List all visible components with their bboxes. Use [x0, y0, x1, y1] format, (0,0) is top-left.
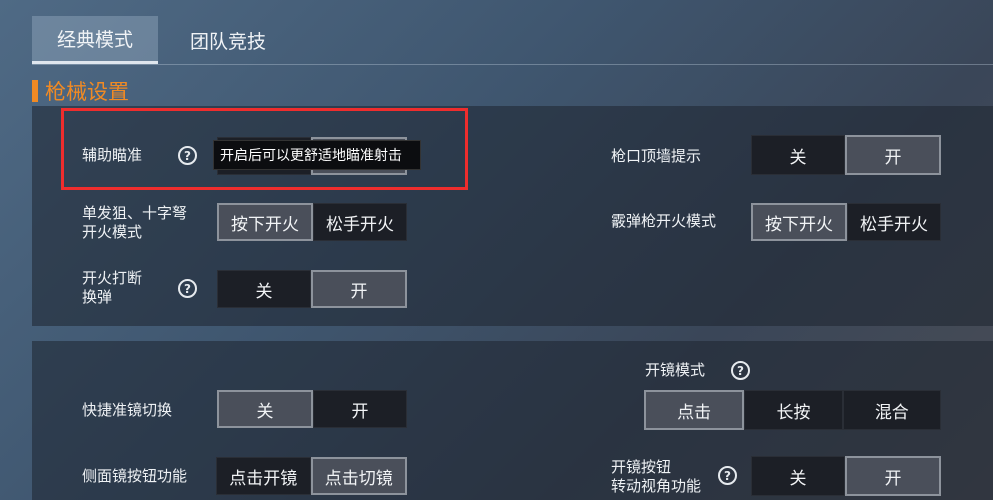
- help-icon[interactable]: ?: [718, 466, 737, 485]
- quick-scope-toggle: 关开: [217, 390, 407, 428]
- highlight-box: [61, 108, 468, 190]
- interrupt-reload-toggle: 关开: [217, 270, 407, 308]
- option-button[interactable]: 开: [313, 390, 407, 428]
- option-button[interactable]: 混合: [842, 390, 941, 430]
- shotgun-fire-mode-label: 霰弹枪开火模式: [611, 212, 717, 230]
- option-button[interactable]: 按下开火: [751, 203, 847, 241]
- tab-classic-mode[interactable]: 经典模式: [32, 16, 158, 64]
- section-header: 枪械设置: [32, 76, 129, 106]
- scope-mode-toggle: 点击 长按 混合: [644, 390, 941, 430]
- interrupt-reload-label: 开火打断 换弹: [82, 269, 142, 307]
- side-scope-toggle: 点击开镜 点击切镜: [216, 457, 407, 495]
- option-button[interactable]: 关: [217, 270, 311, 308]
- option-button[interactable]: 松手开火: [847, 203, 941, 241]
- label-line: 换弹: [82, 288, 113, 306]
- option-button[interactable]: 开: [311, 270, 407, 308]
- help-icon[interactable]: ?: [731, 361, 750, 380]
- scope-mode-label: 开镜模式: [645, 361, 706, 379]
- side-scope-label: 侧面镜按钮功能: [82, 467, 188, 485]
- tab-team-deathmatch[interactable]: 团队竞技: [165, 16, 291, 64]
- option-button[interactable]: 松手开火: [313, 203, 407, 241]
- option-button[interactable]: 开: [845, 135, 941, 175]
- sniper-fire-mode-toggle: 按下开火 松手开火: [217, 203, 407, 241]
- section-title: 枪械设置: [45, 80, 129, 104]
- shotgun-fire-mode-toggle: 按下开火 松手开火: [751, 203, 941, 241]
- option-button[interactable]: 长按: [744, 390, 843, 430]
- help-icon[interactable]: ?: [178, 279, 197, 298]
- sniper-fire-mode-label: 单发狙、十字弩 开火模式: [82, 204, 187, 242]
- label-line: 开镜按钮: [611, 458, 672, 476]
- option-button[interactable]: 按下开火: [217, 203, 313, 241]
- quick-scope-label: 快捷准镜切换: [82, 401, 173, 419]
- label-line: 单发狙、十字弩: [82, 204, 188, 222]
- option-button[interactable]: 点击切镜: [310, 457, 407, 495]
- section-accent-bar: [32, 80, 38, 102]
- label-line: 转动视角功能: [611, 477, 702, 495]
- scope-button-rotate-toggle: 关开: [751, 456, 941, 496]
- option-button[interactable]: 关: [751, 135, 845, 175]
- label-line: 开火模式: [82, 223, 143, 241]
- option-button[interactable]: 点击: [644, 390, 745, 430]
- label-line: 开火打断: [82, 269, 143, 287]
- option-button[interactable]: 关: [751, 456, 845, 496]
- muzzle-wall-label: 枪口顶墙提示: [611, 147, 702, 165]
- option-button[interactable]: 点击开镜: [216, 457, 311, 495]
- tab-divider: [32, 64, 993, 65]
- option-button[interactable]: 开: [845, 456, 941, 496]
- muzzle-wall-toggle: 关开: [751, 135, 941, 175]
- option-button[interactable]: 关: [217, 390, 313, 428]
- scope-button-rotate-label: 开镜按钮 转动视角功能: [611, 458, 701, 496]
